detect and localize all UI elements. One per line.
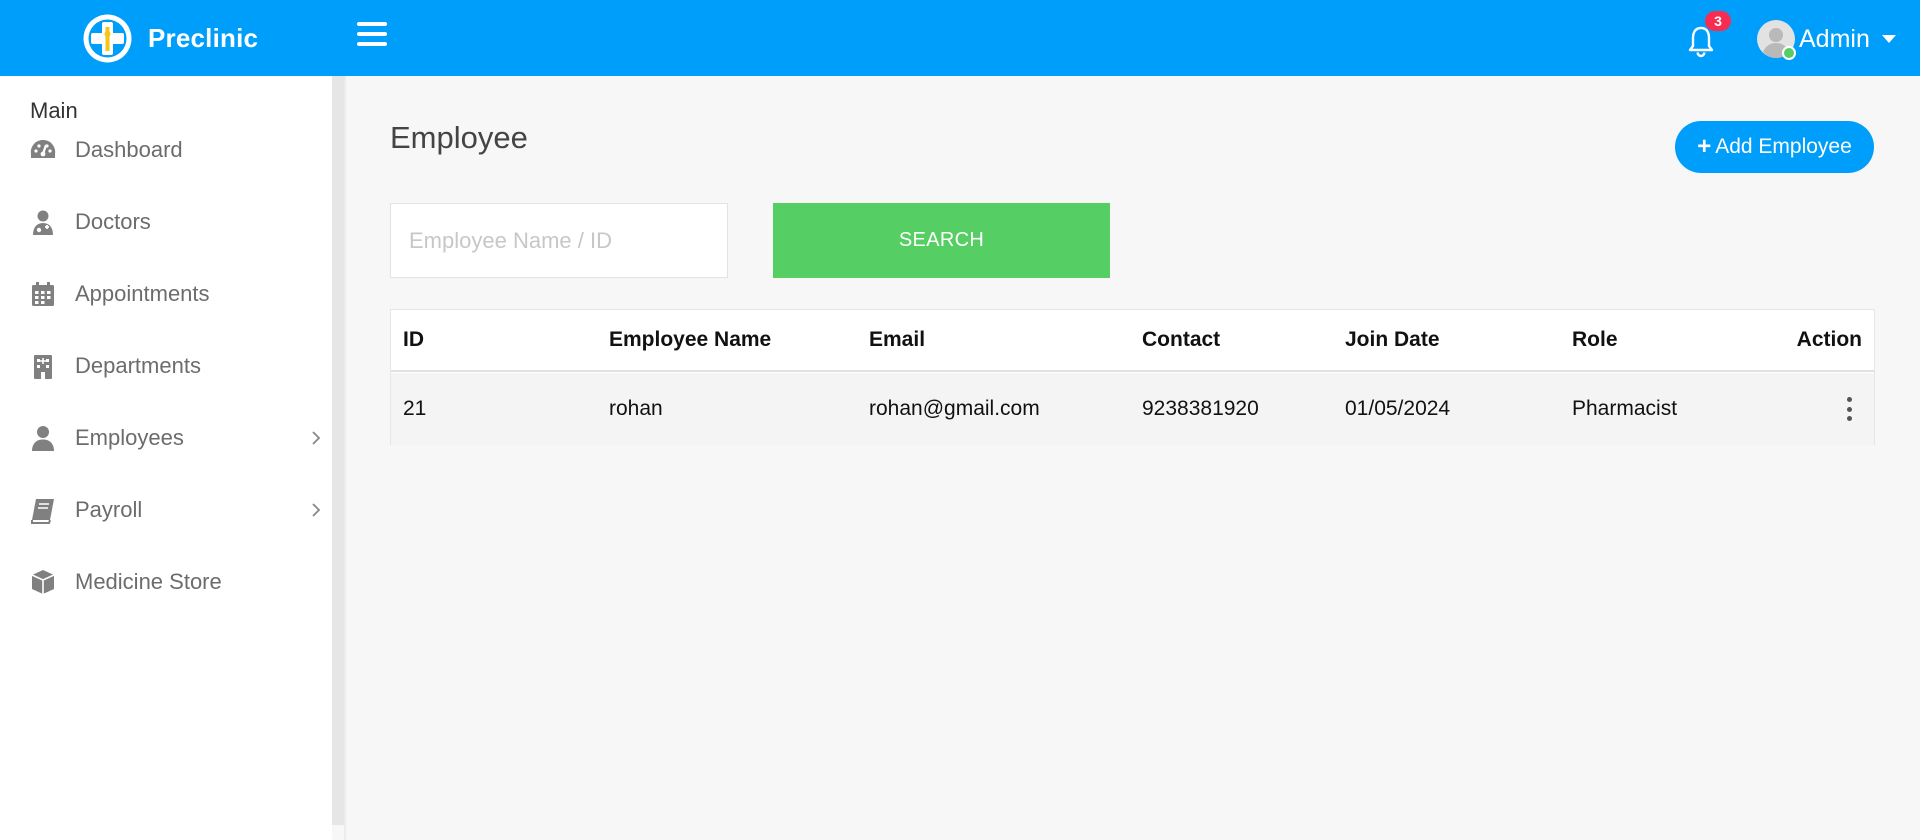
hamburger-icon: [357, 22, 387, 26]
column-header-role[interactable]: Role: [1572, 310, 1618, 370]
sidebar-item-label: Doctors: [75, 209, 151, 234]
kebab-dot: [1846, 397, 1852, 402]
sidebar-item-dashboard[interactable]: Dashboard: [0, 119, 332, 181]
online-status-dot: [1782, 46, 1796, 60]
column-header-join-date[interactable]: Join Date: [1345, 310, 1440, 370]
logo-cross-icon: [83, 14, 132, 63]
hospital-icon: [29, 352, 57, 380]
column-header-contact[interactable]: Contact: [1142, 310, 1220, 370]
column-header-email[interactable]: Email: [869, 310, 925, 370]
kebab-dot: [1846, 406, 1852, 412]
sidebar-item-label: Departments: [75, 353, 201, 378]
sidebar-item-employees[interactable]: Employees: [0, 407, 332, 469]
cell-join-date: 01/05/2024: [1345, 397, 1451, 420]
dashboard-icon: [29, 136, 57, 164]
sidebar-scrollbar[interactable]: [332, 76, 344, 825]
hamburger-line: [357, 42, 387, 46]
sidebar-item-label: Employees: [75, 425, 184, 450]
chevron-right-icon: [312, 503, 321, 517]
cube-icon: [29, 568, 57, 596]
sidebar: Main Dashboard Doctors Appointments Depa…: [0, 76, 332, 840]
hamburger-line: [357, 32, 387, 36]
user-menu[interactable]: Admin: [1757, 20, 1896, 60]
brand-logo[interactable]: Preclinic: [81, 12, 258, 65]
sidebar-item-medicine-store[interactable]: Medicine Store: [0, 551, 332, 613]
sidebar-item-payroll[interactable]: Payroll: [0, 479, 332, 541]
sidebar-divider: [344, 76, 346, 840]
sidebar-item-label: Appointments: [75, 281, 210, 306]
cell-employee-name: rohan: [609, 397, 663, 420]
chevron-right-icon: [312, 431, 321, 445]
menu-toggle-button[interactable]: [357, 22, 387, 50]
notification-badge: 3: [1705, 11, 1731, 31]
column-header-action: Action: [1796, 328, 1862, 351]
sidebar-item-label: Payroll: [75, 497, 143, 522]
sidebar-item-label: Medicine Store: [75, 569, 222, 594]
employee-table: ID Employee Name Email Contact Join Date…: [390, 309, 1875, 445]
add-employee-label: Add Employee: [1715, 135, 1852, 158]
add-employee-button[interactable]: + Add Employee: [1675, 121, 1874, 173]
doctor-icon: [29, 208, 57, 236]
column-header-employee-name[interactable]: Employee Name: [609, 310, 771, 370]
cell-id: 21: [403, 397, 427, 420]
kebab-dot: [1846, 416, 1852, 421]
avatar: [1757, 20, 1796, 60]
sidebar-item-appointments[interactable]: Appointments: [0, 263, 332, 325]
page-title: Employee: [390, 120, 528, 155]
search-button[interactable]: SEARCH: [773, 203, 1110, 278]
sidebar-item-label: Dashboard: [75, 137, 183, 162]
user-icon: [29, 424, 57, 452]
table-row[interactable]: 21 rohan rohan@gmail.com 9238381920 01/0…: [391, 373, 1874, 445]
more-options-icon[interactable]: [1843, 397, 1855, 421]
sidebar-item-doctors[interactable]: Doctors: [0, 191, 332, 253]
top-header: Preclinic 3 Admin: [0, 0, 1920, 76]
employee-search-input[interactable]: [390, 203, 728, 278]
book-icon: [29, 496, 57, 524]
cell-role: Pharmacist: [1572, 397, 1678, 420]
cell-contact: 9238381920: [1142, 397, 1259, 420]
sidebar-item-departments[interactable]: Departments: [0, 335, 332, 397]
brand-name: Preclinic: [148, 23, 259, 53]
table-header-row: ID Employee Name Email Contact Join Date…: [391, 310, 1874, 372]
cell-email: rohan@gmail.com: [869, 397, 1040, 420]
user-name: Admin: [1799, 24, 1870, 53]
chevron-down-icon: [1881, 35, 1896, 43]
column-header-id[interactable]: ID: [403, 310, 424, 370]
plus-icon: +: [1697, 133, 1712, 160]
calendar-icon: [29, 280, 57, 308]
